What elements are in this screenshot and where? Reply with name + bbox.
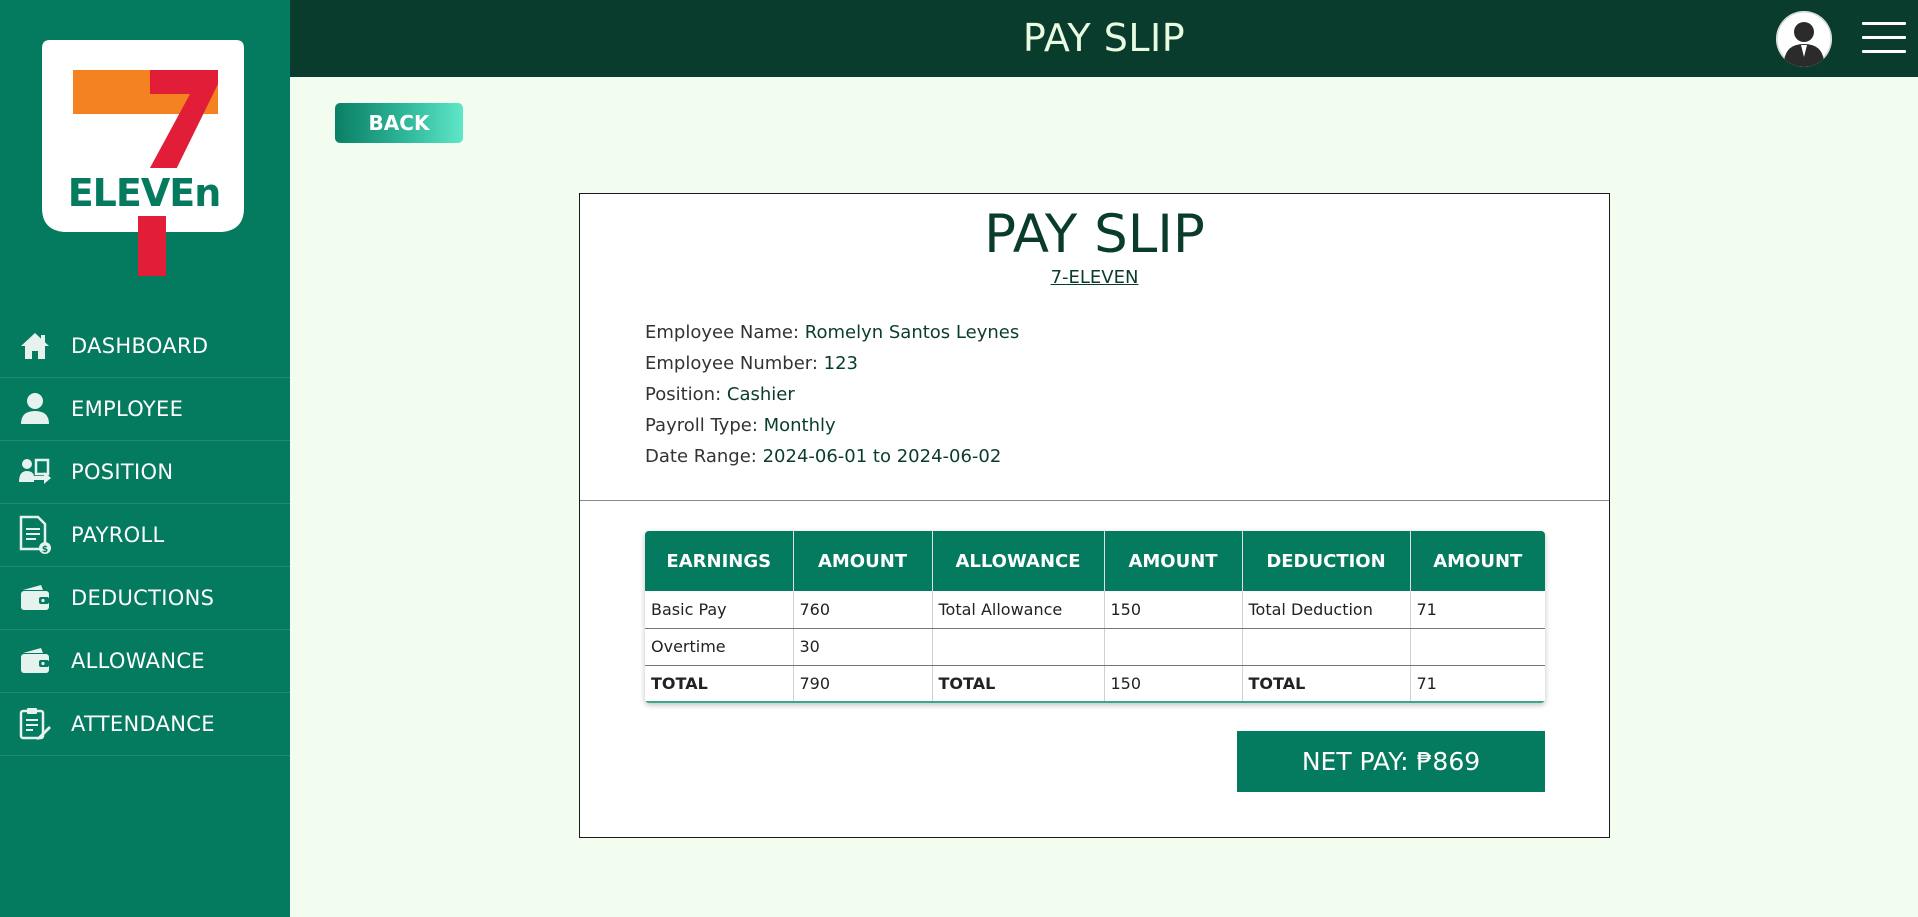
table-cell: Overtime <box>645 628 794 666</box>
back-button[interactable]: BACK <box>335 103 463 143</box>
payroll-document-icon: $ <box>18 515 52 555</box>
net-pay-badge: NET PAY: ₱869 <box>1237 731 1545 792</box>
sidebar-item-deductions[interactable]: DEDUCTIONS <box>0 567 290 630</box>
table-cell: TOTAL <box>645 665 794 703</box>
table-total-row: TOTAL 790 TOTAL 150 TOTAL 71 <box>645 665 1545 703</box>
user-avatar-icon[interactable] <box>1776 11 1832 67</box>
column-header: DEDUCTION <box>1242 531 1411 591</box>
table-cell <box>1104 628 1243 666</box>
column-header: AMOUNT <box>793 531 933 591</box>
sidebar-item-label: DEDUCTIONS <box>71 586 215 610</box>
table-row: Overtime 30 <box>645 628 1545 666</box>
seven-eleven-logo[interactable]: ELEVEn <box>38 40 248 276</box>
position-icon <box>18 455 52 489</box>
info-label: Employee Name: <box>645 322 805 343</box>
slip-title: PAY SLIP <box>984 204 1205 265</box>
pay-slip-card: PAY SLIP 7-ELEVEN Employee Name: Romelyn… <box>579 193 1610 838</box>
page-title: PAY SLIP <box>1022 16 1186 60</box>
info-value: Monthly <box>763 415 836 436</box>
top-header: PAY SLIP <box>290 0 1918 77</box>
sidebar-item-position[interactable]: POSITION <box>0 441 290 504</box>
info-payroll-type: Payroll Type: Monthly <box>645 415 1019 446</box>
table-cell <box>932 628 1105 666</box>
info-value: Romelyn Santos Leynes <box>804 322 1020 343</box>
info-employee-number: Employee Number: 123 <box>645 353 1019 384</box>
sidebar: ELEVEn DASHBOARD EMPLOYEE POSITION $ PAY… <box>0 0 290 917</box>
table-cell: 150 <box>1104 591 1243 629</box>
table-cell: TOTAL <box>932 665 1105 703</box>
payslip-table: EARNINGS AMOUNT ALLOWANCE AMOUNT DEDUCTI… <box>645 531 1545 703</box>
wallet-icon <box>18 644 52 678</box>
info-label: Employee Number: <box>645 353 824 374</box>
table-cell: 71 <box>1410 591 1545 629</box>
info-value: Cashier <box>726 384 795 405</box>
table-cell <box>1410 628 1545 666</box>
column-header: AMOUNT <box>1104 531 1243 591</box>
table-cell: 71 <box>1410 665 1545 703</box>
info-label: Date Range: <box>645 446 763 467</box>
hamburger-menu-icon[interactable] <box>1862 22 1906 56</box>
table-cell: 790 <box>793 665 933 703</box>
sidebar-item-attendance[interactable]: ATTENDANCE <box>0 693 290 756</box>
table-cell: Total Deduction <box>1242 591 1411 629</box>
table-cell: Total Allowance <box>932 591 1105 629</box>
sidebar-item-payroll[interactable]: $ PAYROLL <box>0 504 290 567</box>
sidebar-item-label: PAYROLL <box>71 523 165 547</box>
svg-text:$: $ <box>42 545 48 555</box>
sidebar-item-label: ALLOWANCE <box>71 649 205 673</box>
sidebar-item-label: ATTENDANCE <box>71 712 215 736</box>
table-cell <box>1242 628 1411 666</box>
column-header: ALLOWANCE <box>932 531 1105 591</box>
table-row: Basic Pay 760 Total Allowance 150 Total … <box>645 591 1545 629</box>
wallet-icon <box>18 581 52 615</box>
clipboard-edit-icon <box>18 707 52 741</box>
info-value: 2024-06-01 to 2024-06-02 <box>762 446 1002 467</box>
divider <box>580 500 1609 501</box>
sidebar-item-label: POSITION <box>71 460 174 484</box>
slip-company: 7-ELEVEN <box>580 267 1609 288</box>
sidebar-item-label: EMPLOYEE <box>71 397 184 421</box>
home-icon <box>18 329 52 363</box>
info-date-range: Date Range: 2024-06-01 to 2024-06-02 <box>645 446 1019 477</box>
sidebar-item-dashboard[interactable]: DASHBOARD <box>0 315 290 378</box>
info-label: Payroll Type: <box>645 415 764 436</box>
info-employee-name: Employee Name: Romelyn Santos Leynes <box>645 322 1019 353</box>
user-icon <box>18 392 52 426</box>
table-cell: Basic Pay <box>645 591 794 629</box>
svg-text:ELEVEn: ELEVEn <box>68 171 221 215</box>
company-name: 7-ELEVEN <box>1050 267 1139 288</box>
column-header: EARNINGS <box>645 531 794 591</box>
info-label: Position: <box>645 384 727 405</box>
info-value: 123 <box>823 353 859 374</box>
table-cell: TOTAL <box>1242 665 1411 703</box>
sidebar-item-label: DASHBOARD <box>71 334 209 358</box>
table-cell: 30 <box>793 628 933 666</box>
employee-info: Employee Name: Romelyn Santos Leynes Emp… <box>645 322 1019 477</box>
column-header: AMOUNT <box>1410 531 1545 591</box>
sidebar-item-allowance[interactable]: ALLOWANCE <box>0 630 290 693</box>
table-cell: 760 <box>793 591 933 629</box>
table-header-row: EARNINGS AMOUNT ALLOWANCE AMOUNT DEDUCTI… <box>645 531 1545 591</box>
table-cell: 150 <box>1104 665 1243 703</box>
sidebar-nav: DASHBOARD EMPLOYEE POSITION $ PAYROLL DE… <box>0 315 290 756</box>
sidebar-item-employee[interactable]: EMPLOYEE <box>0 378 290 441</box>
info-position: Position: Cashier <box>645 384 1019 415</box>
